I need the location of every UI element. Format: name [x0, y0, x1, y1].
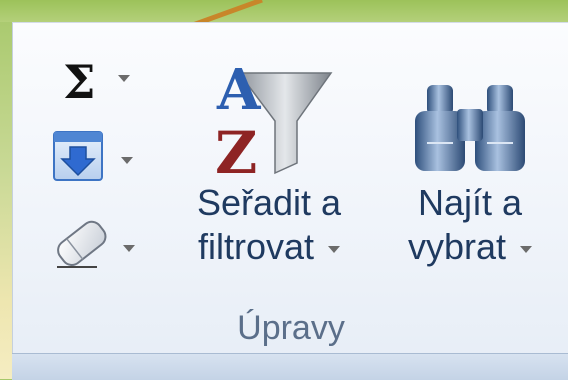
find-select-label-line2-wrap: vybrat	[385, 225, 555, 269]
sort-filter-label-line2-wrap: filtrovat	[179, 225, 359, 269]
fill-down-icon	[53, 131, 103, 181]
sort-filter-label-line2: filtrovat	[197, 226, 315, 267]
sort-filter-dropdown-arrow[interactable]	[328, 245, 341, 253]
clear-button[interactable]	[51, 215, 135, 273]
autosum-dropdown-arrow[interactable]	[117, 74, 130, 82]
fill-dropdown-arrow[interactable]	[121, 156, 133, 164]
autosum-button[interactable]: Σ	[63, 53, 130, 111]
find-select-button[interactable]: Najít a vybrat	[385, 51, 555, 269]
sort-filter-label-line1: Seřadit a	[196, 182, 342, 223]
find-select-dropdown-arrow[interactable]	[520, 245, 533, 253]
sort-filter-button[interactable]: A Z Seřadit a filtrovat	[179, 51, 359, 269]
fill-button[interactable]	[51, 127, 133, 185]
sigma-icon: Σ	[63, 55, 96, 109]
eraser-icon	[57, 220, 107, 268]
ribbon-group-editing: Σ A Z Seřadit a filtrovat Najít a vybrat…	[12, 22, 568, 379]
svg-text:A: A	[216, 57, 262, 123]
svg-text:Z: Z	[215, 119, 257, 181]
clear-dropdown-arrow[interactable]	[123, 244, 135, 252]
find-select-label-line1: Najít a	[417, 182, 523, 223]
sort-filter-icon: A Z	[215, 57, 333, 181]
find-select-label-line2: vybrat	[407, 226, 507, 267]
ribbon-bottom-border	[12, 353, 568, 380]
binoculars-icon	[415, 85, 525, 171]
group-caption: Úpravy	[237, 309, 345, 347]
